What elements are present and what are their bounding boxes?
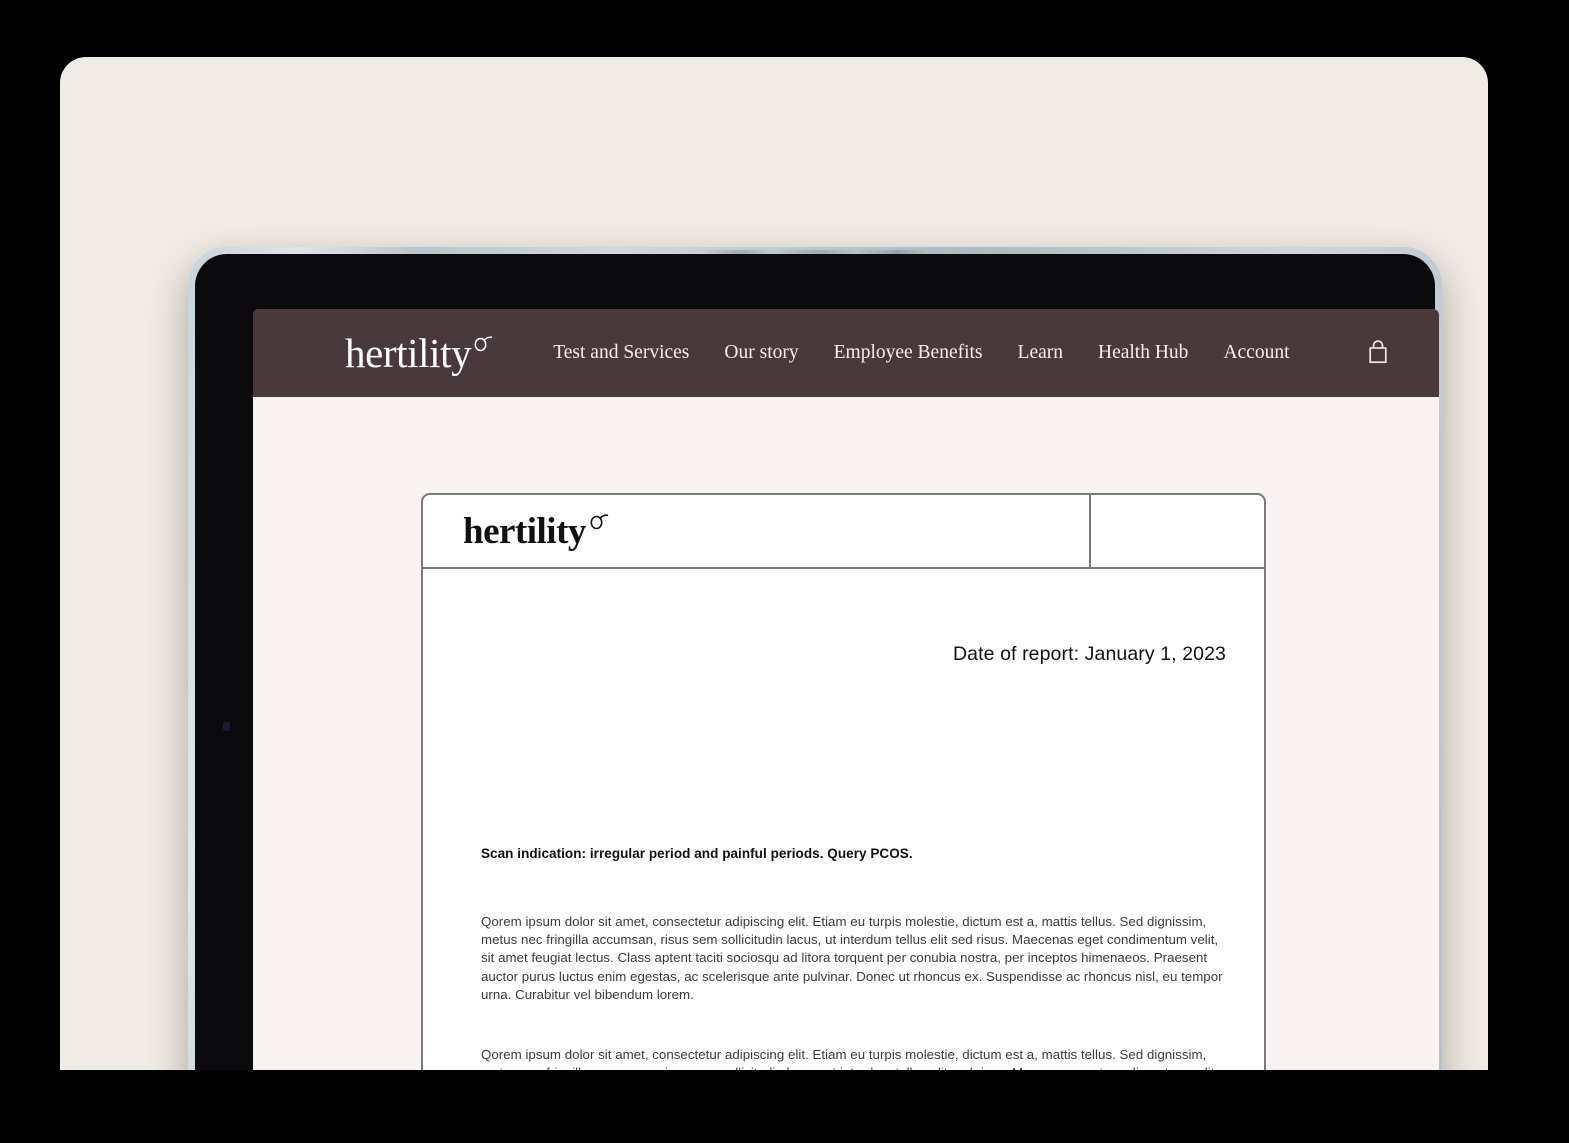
ovum-glyph-icon <box>587 502 609 529</box>
nav-link-learn[interactable]: Learn <box>1018 342 1063 364</box>
ovum-glyph-icon <box>471 320 493 351</box>
document-header-left-cell: hertility <box>423 495 1091 567</box>
nav-link-test-and-services[interactable]: Test and Services <box>553 342 689 364</box>
site-logo-text: hertility <box>345 329 472 376</box>
nav-links: Test and Services Our story Employee Ben… <box>553 338 1390 368</box>
cream-backdrop-card: hertility Test and Services Our story Em… <box>60 57 1488 1102</box>
bezel-speck <box>223 722 230 731</box>
document-paragraph: Qorem ipsum dolor sit amet, consectetur … <box>481 914 1223 1002</box>
document-header-table: hertility <box>423 495 1264 569</box>
report-document: hertility Date of report: January 1, 202… <box>421 493 1266 1102</box>
scan-indication: Scan indication: irregular period and pa… <box>481 846 913 861</box>
nav-link-employee-benefits[interactable]: Employee Benefits <box>834 342 983 364</box>
tablet-bezel: hertility Test and Services Our story Em… <box>195 254 1439 1102</box>
tablet-screen: hertility Test and Services Our story Em… <box>253 309 1439 1102</box>
site-logo[interactable]: hertility <box>345 329 493 376</box>
tablet-device: hertility Test and Services Our story Em… <box>188 247 1442 1102</box>
site-navbar: hertility Test and Services Our story Em… <box>253 309 1439 397</box>
document-body: Date of report: January 1, 2023 Scan ind… <box>423 569 1264 1102</box>
document-logo-text: hertility <box>463 510 586 552</box>
scene: hertility Test and Services Our story Em… <box>0 0 1569 1143</box>
document-header-right-cell <box>1091 495 1264 567</box>
shopping-bag-icon[interactable] <box>1365 338 1391 368</box>
nav-link-account[interactable]: Account <box>1223 342 1289 364</box>
nav-link-health-hub[interactable]: Health Hub <box>1098 342 1188 364</box>
report-date: Date of report: January 1, 2023 <box>952 643 1226 665</box>
bottom-crop-band <box>0 1070 1569 1143</box>
page-body: hertility Date of report: January 1, 202… <box>253 397 1439 1102</box>
document-logo: hertility <box>463 510 609 552</box>
nav-link-our-story[interactable]: Our story <box>724 342 798 364</box>
